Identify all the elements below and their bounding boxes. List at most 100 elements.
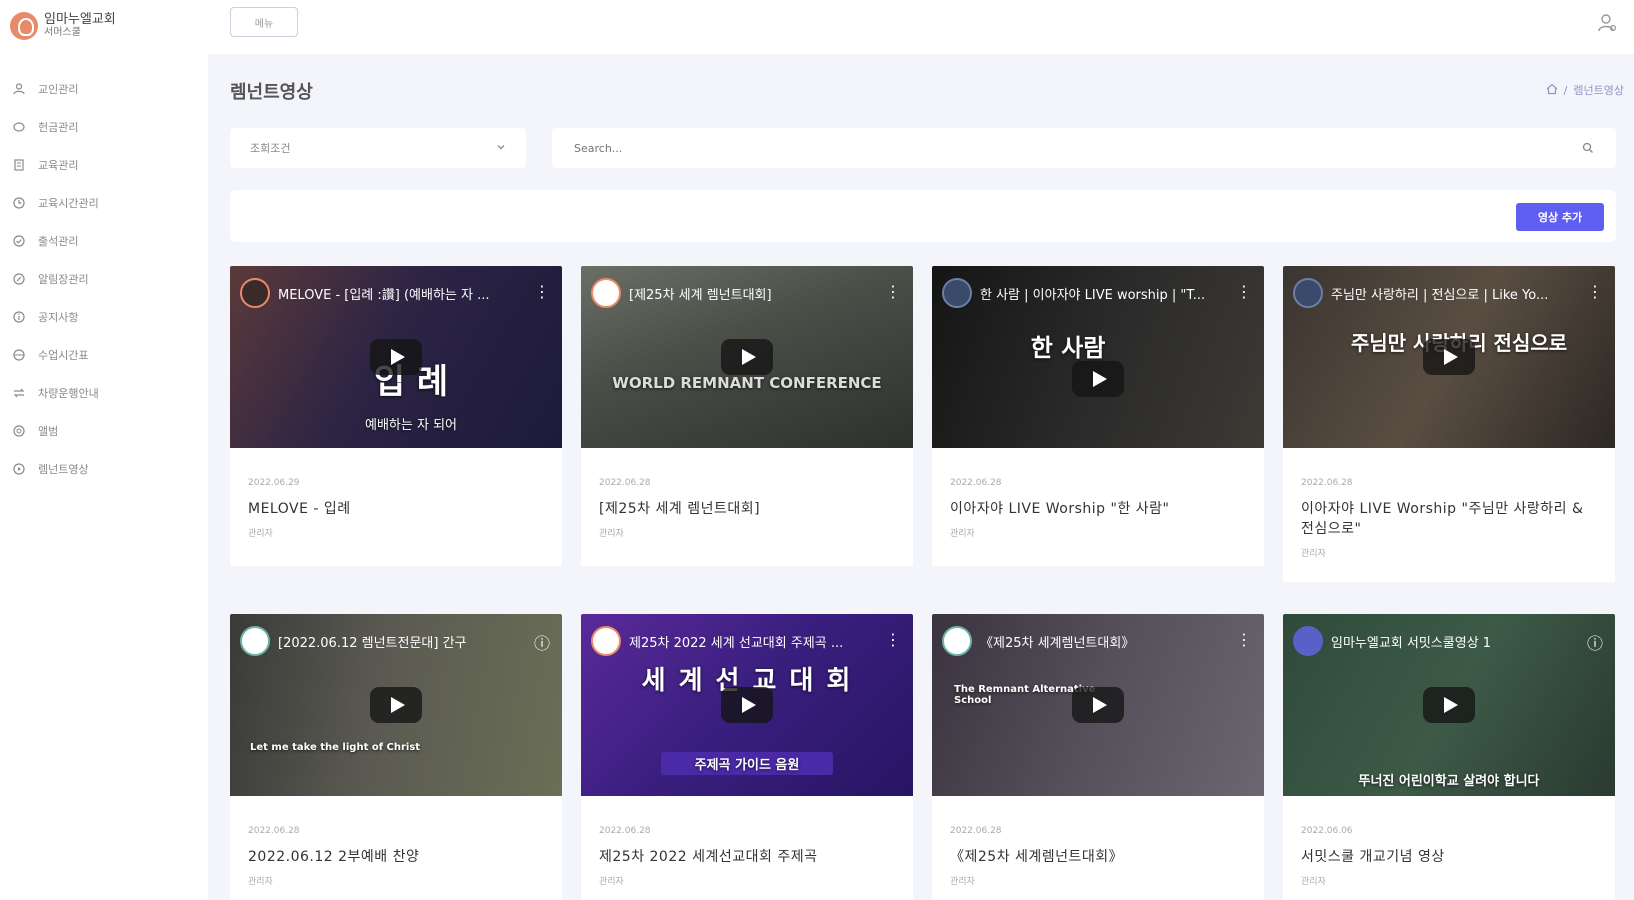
sidebar-item-label: 렘넌트영상 bbox=[38, 463, 89, 476]
clock-icon bbox=[12, 196, 26, 210]
sidebar-item-notice-board[interactable]: 알림장관리 bbox=[12, 260, 99, 298]
play-icon[interactable] bbox=[370, 687, 422, 723]
more-vertical-icon[interactable]: ⋮ bbox=[1587, 282, 1603, 301]
sidebar-item-offering[interactable]: 헌금관리 bbox=[12, 108, 99, 146]
video-card[interactable]: [2022.06.12 렘넌트전문대] 간구 ⓘ Let me take the… bbox=[230, 614, 562, 900]
video-date: 2022.06.29 bbox=[248, 478, 300, 488]
sidebar-item-education[interactable]: 교육관리 bbox=[12, 146, 99, 184]
video-thumbnail[interactable]: 주님만 사랑하리 | 전심으로 | Like Yo... ⋮ 주님만 사랑하리 … bbox=[1283, 266, 1615, 448]
video-author: 관리자 bbox=[599, 529, 624, 539]
video-author: 관리자 bbox=[950, 877, 975, 887]
video-title[interactable]: [제25차 세계 렘넌트대회] bbox=[599, 498, 895, 518]
chevron-down-icon bbox=[496, 142, 506, 155]
topbar: 메뉴 bbox=[208, 0, 1634, 54]
add-video-button[interactable]: 영상 추가 bbox=[1516, 203, 1604, 231]
video-title[interactable]: 서밋스쿨 개교기념 영상 bbox=[1301, 846, 1597, 866]
thumbnail-title: 주님만 사랑하리 | 전심으로 | Like Yo... bbox=[1331, 288, 1549, 303]
sidebar-item-vehicle[interactable]: 차량운행안내 bbox=[12, 374, 99, 412]
sidebar-item-label: 출석관리 bbox=[38, 235, 79, 248]
menu-toggle-button[interactable]: 메뉴 bbox=[230, 7, 298, 37]
video-title[interactable]: 이아자야 LIVE Worship "한 사람" bbox=[950, 498, 1246, 518]
thumbnail-overlay-subtext: 주제곡 가이드 음원 bbox=[661, 752, 833, 775]
video-date: 2022.06.28 bbox=[599, 826, 651, 836]
thumbnail-overlay-subtext: 예배하는 자 되어 bbox=[365, 418, 457, 433]
video-date: 2022.06.28 bbox=[950, 478, 1002, 488]
video-author: 관리자 bbox=[1301, 549, 1326, 559]
video-title[interactable]: 2022.06.12 2부예배 찬양 bbox=[248, 846, 544, 866]
video-card[interactable]: MELOVE - [입례 :讚] (예배하는 자 ... ⋮ 입 례 예배하는 … bbox=[230, 266, 562, 566]
video-card[interactable]: 제25차 2022 세계 선교대회 주제곡 ... ⋮ 세 계 선 교 대 회 … bbox=[581, 614, 913, 900]
play-icon[interactable] bbox=[1072, 360, 1124, 397]
thumbnail-title: 제25차 2022 세계 선교대회 주제곡 ... bbox=[629, 636, 844, 651]
info-icon[interactable]: ⓘ bbox=[1587, 630, 1603, 654]
sidebar-item-announcements[interactable]: 공지사항 bbox=[12, 298, 99, 336]
video-author: 관리자 bbox=[599, 877, 624, 887]
video-title[interactable]: MELOVE - 입례 bbox=[248, 498, 544, 518]
logo[interactable]: 임마누엘교회 서머스쿨 bbox=[10, 12, 116, 40]
filter-select[interactable]: 조회조건 bbox=[230, 128, 526, 168]
book-icon bbox=[12, 158, 26, 172]
sidebar-item-members[interactable]: 교인관리 bbox=[12, 70, 99, 108]
user-profile-icon[interactable] bbox=[1596, 12, 1618, 34]
play-icon[interactable] bbox=[1423, 339, 1475, 375]
thumbnail-title: [제25차 세계 렘넌트대회] bbox=[629, 288, 772, 303]
sidebar-item-album[interactable]: 앨범 bbox=[12, 412, 99, 450]
video-thumbnail[interactable]: 임마누엘교회 서밋스쿨영상 1 ⓘ 뚜너진 어린이학교 살려야 합니다 bbox=[1283, 614, 1615, 796]
video-grid: MELOVE - [입례 :讚] (예배하는 자 ... ⋮ 입 례 예배하는 … bbox=[230, 266, 1616, 900]
thumbnail-title: 《제25차 세계렘넌트대회》 bbox=[980, 636, 1135, 651]
filter-select-value: 조회조건 bbox=[250, 142, 291, 155]
play-icon[interactable] bbox=[1072, 687, 1124, 723]
video-title[interactable]: 제25차 2022 세계선교대회 주제곡 bbox=[599, 846, 895, 866]
church-logo-icon bbox=[10, 12, 38, 40]
play-icon[interactable] bbox=[1423, 687, 1475, 723]
sidebar-item-label: 교육시간관리 bbox=[38, 197, 99, 210]
video-card[interactable]: [제25차 세계 렘넌트대회] ⋮ WORLD REMNANT CONFEREN… bbox=[581, 266, 913, 566]
info-icon[interactable]: ⓘ bbox=[534, 630, 550, 654]
channel-avatar bbox=[1293, 626, 1323, 656]
play-icon[interactable] bbox=[721, 339, 773, 375]
video-title[interactable]: 이아자야 LIVE Worship "주님만 사랑하리 & 전심으로" bbox=[1301, 498, 1597, 538]
play-icon[interactable] bbox=[370, 339, 422, 375]
sidebar-menu: 교인관리 헌금관리 교육관리 교육시간관리 출석관리 알림장관리 공지사항 수업… bbox=[12, 70, 99, 488]
home-icon[interactable] bbox=[1546, 83, 1558, 98]
more-vertical-icon[interactable]: ⋮ bbox=[534, 282, 550, 301]
video-thumbnail[interactable]: 제25차 2022 세계 선교대회 주제곡 ... ⋮ 세 계 선 교 대 회 … bbox=[581, 614, 913, 796]
search-box bbox=[552, 128, 1616, 168]
more-vertical-icon[interactable]: ⋮ bbox=[885, 630, 901, 649]
channel-avatar bbox=[1293, 278, 1323, 308]
more-vertical-icon[interactable]: ⋮ bbox=[1236, 282, 1252, 301]
sidebar-item-label: 교인관리 bbox=[38, 83, 79, 96]
breadcrumb-current: 렘넌트영상 bbox=[1573, 84, 1624, 97]
more-vertical-icon[interactable]: ⋮ bbox=[885, 282, 901, 301]
video-card[interactable]: 한 사람 | 이아자야 LIVE worship | "T... ⋮ 한 사람 … bbox=[932, 266, 1264, 566]
search-icon[interactable] bbox=[1582, 139, 1594, 158]
video-thumbnail[interactable]: [제25차 세계 렘넌트대회] ⋮ WORLD REMNANT CONFEREN… bbox=[581, 266, 913, 448]
sidebar-item-remnant-video[interactable]: 렘넌트영상 bbox=[12, 450, 99, 488]
sidebar-item-attendance[interactable]: 출석관리 bbox=[12, 222, 99, 260]
video-thumbnail[interactable]: 한 사람 | 이아자야 LIVE worship | "T... ⋮ 한 사람 bbox=[932, 266, 1264, 448]
more-vertical-icon[interactable]: ⋮ bbox=[1236, 630, 1252, 649]
sidebar-item-education-time[interactable]: 교육시간관리 bbox=[12, 184, 99, 222]
video-card[interactable]: 주님만 사랑하리 | 전심으로 | Like Yo... ⋮ 주님만 사랑하리 … bbox=[1283, 266, 1615, 582]
search-input[interactable] bbox=[574, 141, 1474, 155]
play-icon[interactable] bbox=[721, 687, 773, 723]
sidebar-item-timetable[interactable]: 수업시간표 bbox=[12, 336, 99, 374]
video-thumbnail[interactable]: [2022.06.12 렘넌트전문대] 간구 ⓘ Let me take the… bbox=[230, 614, 562, 796]
thumbnail-title: 임마누엘교회 서밋스쿨영상 1 bbox=[1331, 636, 1492, 651]
video-icon bbox=[12, 462, 26, 476]
transfer-icon bbox=[12, 386, 26, 400]
video-thumbnail[interactable]: 《제25차 세계렘넌트대회》 ⋮ The Remnant Alternative… bbox=[932, 614, 1264, 796]
check-icon bbox=[12, 234, 26, 248]
video-date: 2022.06.06 bbox=[1301, 826, 1353, 836]
person-icon bbox=[12, 82, 26, 96]
video-card[interactable]: 《제25차 세계렘넌트대회》 ⋮ The Remnant Alternative… bbox=[932, 614, 1264, 900]
logo-title: 임마누엘교회 bbox=[44, 12, 116, 27]
coin-icon bbox=[12, 120, 26, 134]
channel-avatar bbox=[942, 278, 972, 308]
breadcrumb: / 렘넌트영상 bbox=[1546, 82, 1624, 98]
channel-avatar bbox=[240, 626, 270, 656]
video-title[interactable]: 《제25차 세계렘넌트대회》 bbox=[950, 846, 1246, 866]
video-thumbnail[interactable]: MELOVE - [입례 :讚] (예배하는 자 ... ⋮ 입 례 예배하는 … bbox=[230, 266, 562, 448]
channel-avatar bbox=[591, 278, 621, 308]
video-card[interactable]: 임마누엘교회 서밋스쿨영상 1 ⓘ 뚜너진 어린이학교 살려야 합니다 2022… bbox=[1283, 614, 1615, 900]
